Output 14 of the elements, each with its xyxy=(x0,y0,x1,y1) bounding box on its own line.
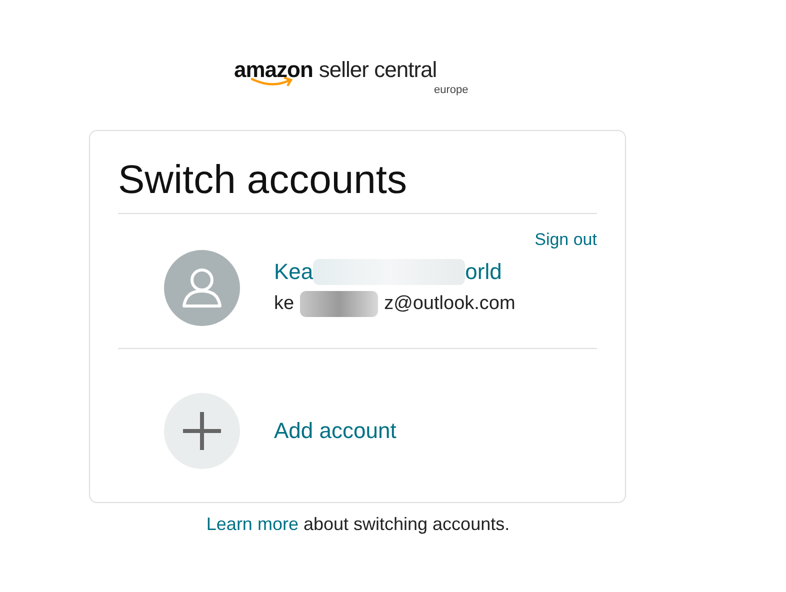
add-account-link[interactable]: Add account xyxy=(274,418,396,444)
account-email: z@outlook.com xyxy=(384,293,516,315)
sign-out-link[interactable]: Sign out xyxy=(534,230,597,250)
product-name: seller central xyxy=(318,58,437,82)
account-email: ke xyxy=(274,293,294,315)
learn-more-link[interactable]: Learn more xyxy=(206,514,298,534)
plus-icon[interactable] xyxy=(164,393,240,469)
account-name: Kea xyxy=(274,259,314,285)
footer-text: Learn more about switching accounts. xyxy=(205,514,511,535)
account-name: orld xyxy=(465,259,502,285)
region-label: europe xyxy=(434,84,468,96)
brand-logo-text: amazon xyxy=(234,58,313,82)
card-title: Switch accounts xyxy=(118,157,408,204)
avatar-icon xyxy=(164,250,240,326)
